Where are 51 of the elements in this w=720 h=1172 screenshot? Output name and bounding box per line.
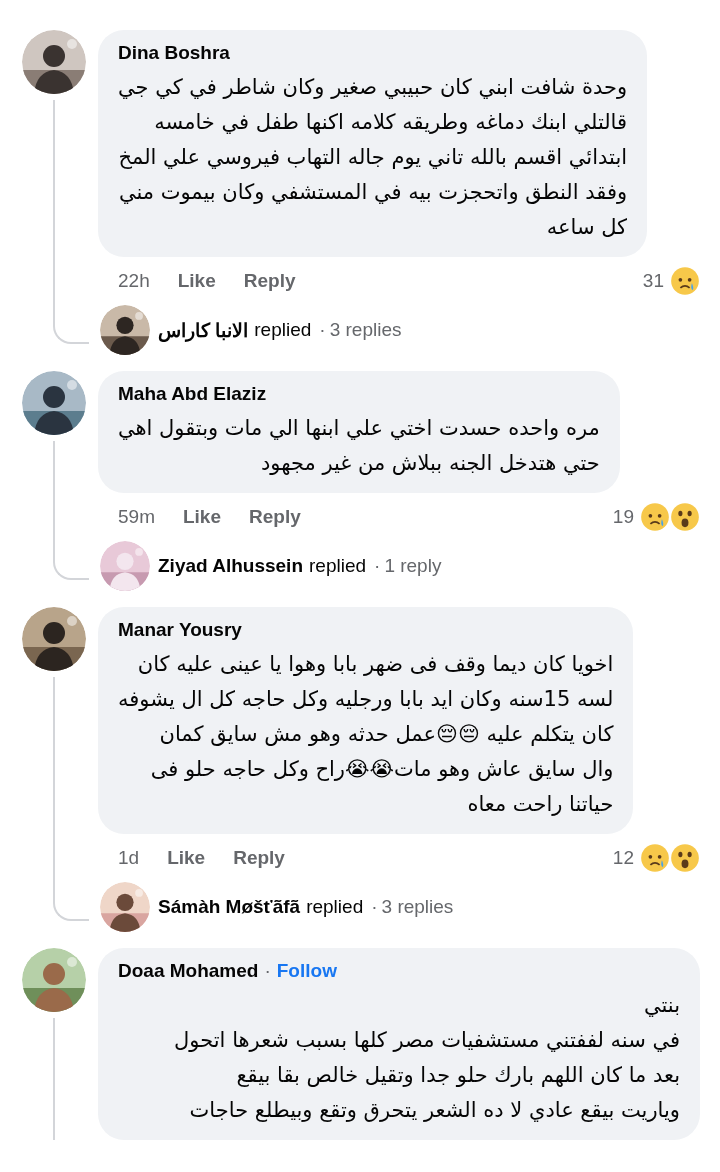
follow-link[interactable]: Follow	[276, 960, 337, 982]
replied-label: replied	[306, 896, 364, 918]
replies-link[interactable]: 1 reply	[384, 555, 442, 577]
reply-button[interactable]: Reply	[249, 506, 301, 528]
separator-dot: ·	[374, 555, 381, 577]
reply-author[interactable]: Ziyad Alhussein	[158, 555, 303, 577]
surprised-face-icon	[670, 843, 700, 873]
comment-text: في سنه لففتني مستشفيات مصر كلها بسبب شعرها اتحول	[173, 1027, 680, 1054]
sad-face-icon	[670, 266, 700, 296]
comment-text: حياتنا راحت معاه	[466, 791, 614, 818]
comment-time: 22h	[118, 270, 150, 292]
comment-text: بعد ما كان اللهم بارك حلو جدا وتقيل خالص بقا بيقع	[235, 1062, 680, 1089]
comment-author[interactable]: Dina Boshra	[118, 42, 230, 64]
surprised-face-icon	[670, 502, 700, 532]
replies-link[interactable]: 3 replies	[329, 319, 402, 341]
comment-text: بنتي	[642, 992, 680, 1019]
comment-text: وال سايق عاش وهو مات😭😭راح وكل حاجه حلو فى	[149, 756, 614, 783]
comment-text: كان يتكلم عليه 😔😔عمل حدثه وهو مش سايق كمان	[158, 721, 614, 748]
like-button[interactable]: Like	[177, 270, 216, 292]
reaction-count: 12	[612, 847, 634, 869]
comment-text: كل ساعه	[545, 214, 628, 241]
comment-text: وفقد النطق واتحجزت بيه في المستشفي وكان بيموت مني	[118, 179, 628, 206]
separator-dot: ·	[264, 960, 271, 982]
comment-author[interactable]: Doaa Mohamed	[118, 960, 259, 982]
reply-author[interactable]: الانبا كاراس	[158, 318, 249, 342]
separator-dot: ·	[371, 896, 378, 918]
separator-dot: ·	[319, 319, 326, 341]
comment-text: حتي هتدخل الجنه ببلاش من غير مجهود	[260, 450, 600, 477]
comment-text: اخويا كان ديما وقف فى ضهر بابا وهوا يا عينى عليه كان	[136, 651, 614, 678]
reply-button[interactable]: Reply	[243, 270, 296, 292]
comment-author[interactable]: Maha Abd Elaziz	[118, 383, 267, 405]
comment-text: ابتدائي اقسم بالله تاني يوم جاله التهاب فيروسي علي المخ	[118, 144, 628, 171]
comment-time: 59m	[118, 506, 155, 528]
comment-author[interactable]: Manar Yousry	[118, 619, 242, 641]
comment-text: وحدة شافت ابني كان حبيبي صغير وكان شاطر في كي جي	[118, 74, 628, 101]
reply-author[interactable]: Sámàh Møšťãfã	[158, 896, 301, 918]
comment-text: مره واحده حسدت اختي علي ابنها الي مات وبتقول اهي	[118, 415, 600, 442]
comment-text: لسه 15سنه وكان ايد بابا ورجليه وكل حاجه كل ال يشوفه	[118, 686, 614, 713]
sad-face-icon	[640, 502, 670, 532]
comment-time: 1d	[118, 847, 140, 869]
sad-face-icon	[640, 843, 670, 873]
comment-text: قالتلي ابنك دماغه وطريقه كلامه اكنها طفل في خامسه	[153, 109, 628, 136]
like-button[interactable]: Like	[182, 506, 221, 528]
comment-text: وياريت بيقع عادي لا ده الشعر يتحرق وتقع وبيطلع حاجات	[188, 1097, 680, 1124]
like-button[interactable]: Like	[167, 847, 206, 869]
replied-label: replied	[309, 555, 367, 577]
replied-label: replied	[254, 319, 312, 341]
replies-link[interactable]: 3 replies	[381, 896, 454, 918]
reaction-count: 31	[642, 270, 664, 292]
reaction-count: 19	[612, 506, 634, 528]
reply-button[interactable]: Reply	[233, 847, 285, 869]
